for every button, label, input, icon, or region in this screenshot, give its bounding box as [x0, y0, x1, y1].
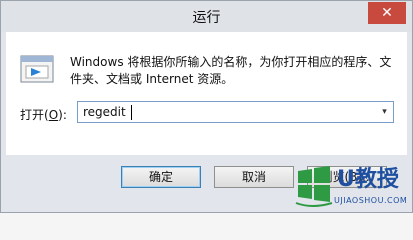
dialog-description: Windows 将根据你所输入的名称，为你打开相应的程序、文件夹、文档或 Int… [70, 55, 392, 86]
watermark-brand: U教授 [337, 167, 399, 192]
dialog-body: Windows 将根据你所输入的名称，为你打开相应的程序、文件夹、文档或 Int… [6, 32, 407, 155]
window-title: 运行 [192, 10, 221, 26]
command-input[interactable]: regedit [83, 105, 126, 119]
open-label-suffix: ): [58, 108, 67, 122]
run-dialog: 运行 ✕ Windows 将根据你所输入的名称，为你打开相应的程序、文件夹、文档… [0, 0, 413, 213]
title-bar: 运行 ✕ [1, 1, 412, 32]
open-label-accesskey: O [48, 108, 59, 122]
text-cursor [131, 105, 132, 120]
watermark-logo: U教授 UJIAOSHOU.COM [294, 159, 412, 211]
ok-button[interactable]: 确定 [121, 166, 201, 188]
chevron-down-icon[interactable]: ▾ [376, 102, 393, 122]
command-combobox[interactable]: regedit ▾ [77, 101, 394, 123]
windows-logo-icon [295, 166, 333, 207]
run-app-icon [20, 55, 54, 83]
open-label-prefix: 打开( [20, 108, 49, 122]
close-icon: ✕ [381, 5, 393, 21]
cancel-button[interactable]: 取消 [214, 166, 294, 188]
close-button[interactable]: ✕ [368, 2, 406, 24]
watermark-url: UJIAOSHOU.COM [334, 196, 408, 205]
open-label: 打开(O): [20, 106, 67, 123]
